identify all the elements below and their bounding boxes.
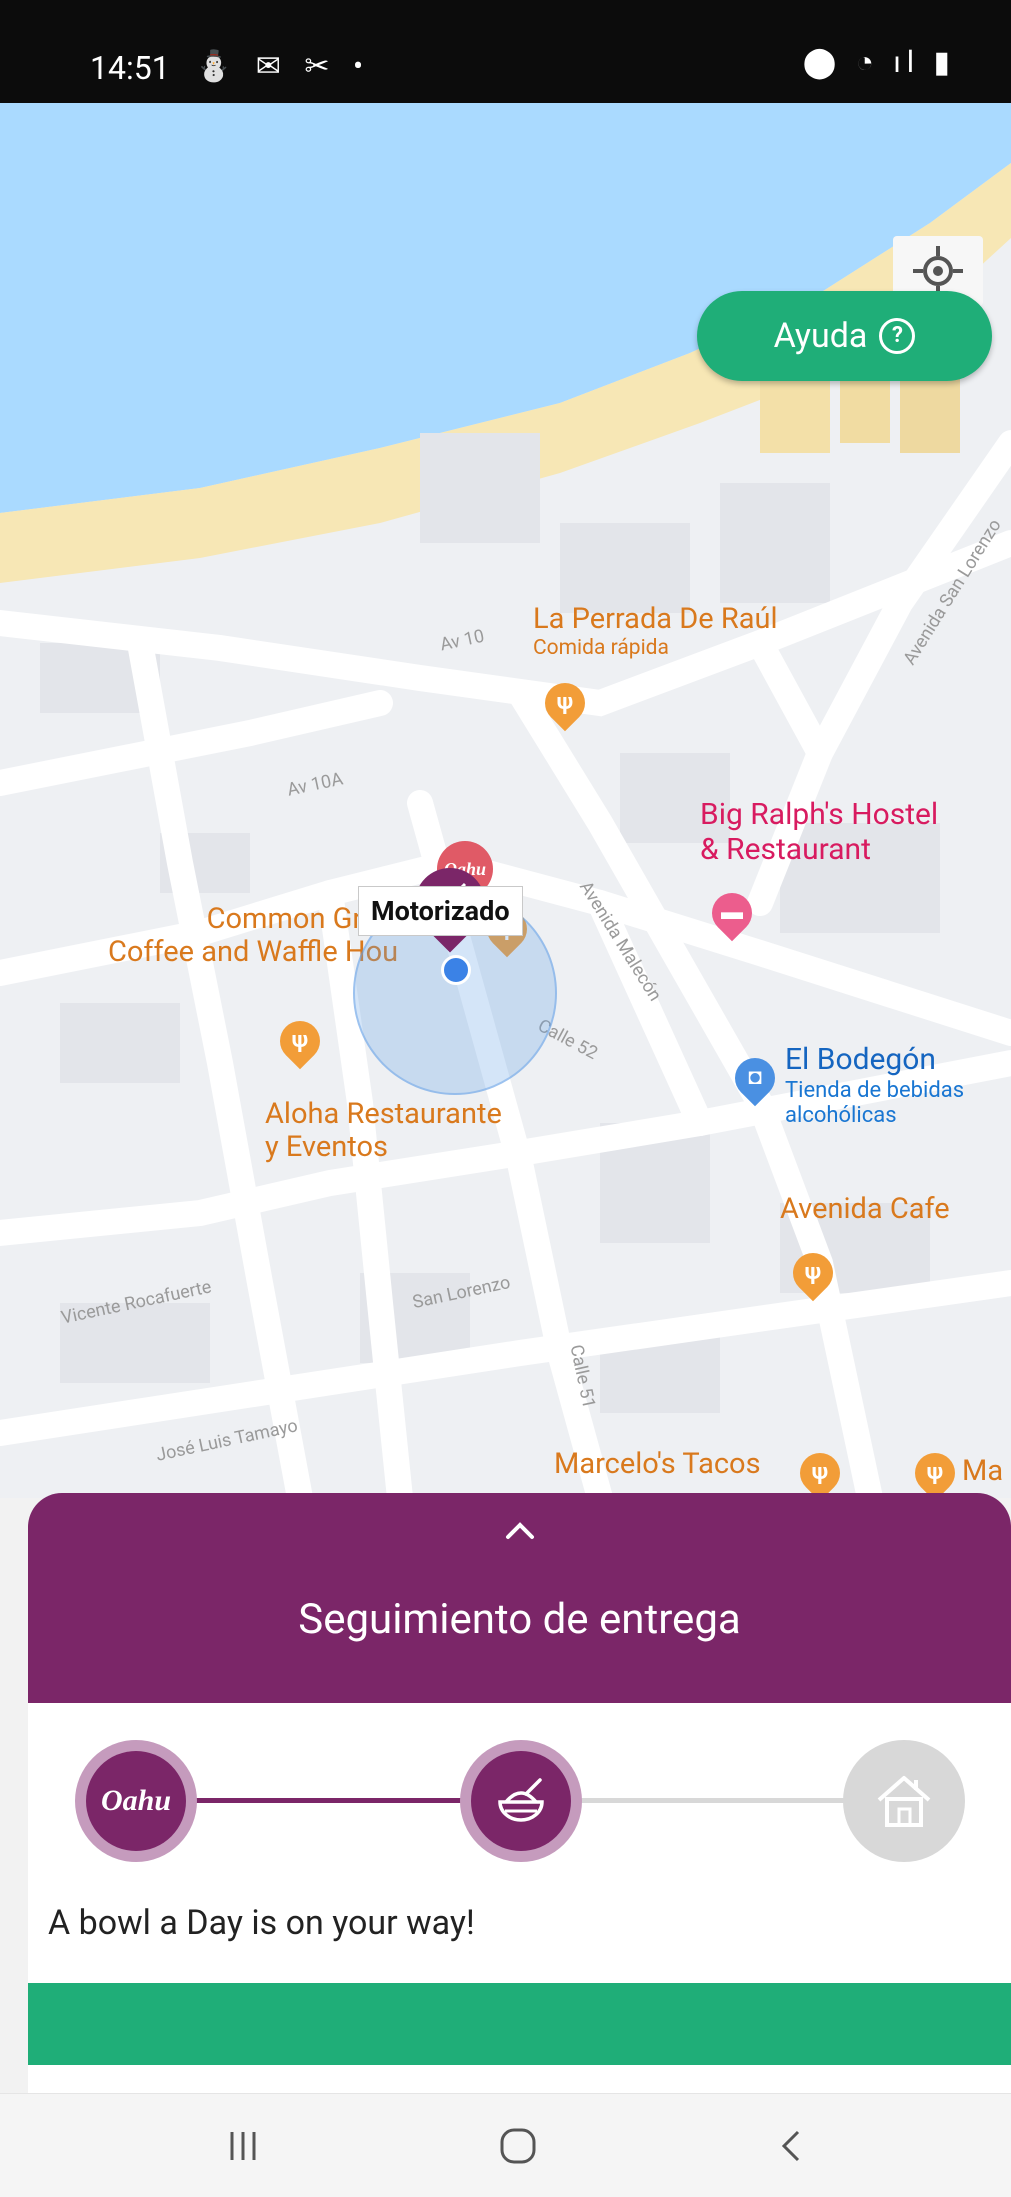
courier-tooltip: Motorizado bbox=[358, 886, 523, 936]
notification-icons: ⛄ ✉ ✂ • bbox=[195, 49, 372, 84]
shop-pin-icon[interactable]: ◘ bbox=[726, 1049, 784, 1107]
step-home bbox=[843, 1740, 965, 1862]
delivery-sheet-header[interactable]: Seguimiento de entrega bbox=[28, 1493, 1011, 1703]
poi-name: El Bodegón bbox=[785, 1042, 936, 1077]
poi-name-line2: Coffee and Waffle Hou bbox=[108, 935, 399, 970]
delivery-message: A bowl a Day is on your way! bbox=[48, 1903, 475, 1943]
poi-category: Comida rápida bbox=[533, 636, 669, 661]
poi-marcelos-tacos[interactable]: Marcelo's Tacos bbox=[554, 1447, 761, 1481]
poi-el-bodegon[interactable]: El Bodegón Tienda de bebidas alcohólicas bbox=[785, 1042, 965, 1128]
restaurant-pin-icon[interactable]: ψ bbox=[784, 1244, 842, 1302]
restaurant-pin-icon[interactable]: ψ bbox=[791, 1444, 849, 1498]
restaurant-pin-icon[interactable]: ψ bbox=[271, 1012, 329, 1070]
poi-category: Tienda de bebidas bbox=[785, 1077, 965, 1103]
sheet-title: Seguimiento de entrega bbox=[298, 1595, 741, 1644]
store-logo: Oahu bbox=[100, 1784, 172, 1817]
navigation-bar bbox=[0, 2093, 1011, 2197]
system-icons: ⬤ ◔ ıl ▮ bbox=[802, 45, 956, 80]
help-button[interactable]: Ayuda ? bbox=[697, 291, 992, 381]
bowl-icon bbox=[498, 1778, 544, 1822]
chevron-up-icon[interactable] bbox=[28, 1515, 1011, 1549]
back-icon[interactable] bbox=[762, 2120, 822, 2172]
poi-name: Common Grou bbox=[206, 902, 395, 936]
hotel-pin-icon[interactable]: ▬ bbox=[703, 884, 761, 942]
poi-big-ralphs[interactable]: Big Ralph's Hostel & Restaurant bbox=[700, 797, 939, 867]
poi-name-line2: & Restaurant bbox=[700, 831, 871, 867]
home-icon bbox=[877, 1776, 931, 1827]
delivery-action-bar[interactable] bbox=[28, 1983, 1011, 2065]
current-location-dot bbox=[441, 955, 471, 985]
recents-icon[interactable] bbox=[213, 2120, 273, 2172]
poi-la-perrada[interactable]: La Perrada De Raúl Comida rápida bbox=[533, 602, 778, 661]
poi-ma[interactable]: Ma bbox=[962, 1454, 1003, 1488]
poi-name: La Perrada De Raúl bbox=[533, 602, 778, 636]
map-view[interactable]: Ayuda ? Av 10 Av 10A Avenida Malecón Cal… bbox=[0, 103, 1011, 1498]
poi-category-line2: alcohólicas bbox=[785, 1102, 897, 1128]
home-button-icon[interactable] bbox=[488, 2120, 548, 2172]
step-courier bbox=[460, 1740, 582, 1862]
step-store: Oahu bbox=[75, 1740, 197, 1862]
restaurant-pin-icon[interactable]: ψ bbox=[906, 1444, 964, 1498]
poi-name-line2: y Eventos bbox=[265, 1130, 388, 1165]
poi-aloha[interactable]: Aloha Restaurante y Eventos bbox=[265, 1097, 502, 1165]
poi-name: Big Ralph's Hostel bbox=[700, 797, 939, 832]
poi-avenida-cafe[interactable]: Avenida Cafe bbox=[780, 1192, 950, 1226]
restaurant-pin-icon[interactable]: ψ bbox=[536, 674, 594, 732]
poi-name: Aloha Restaurante bbox=[265, 1097, 502, 1131]
help-label: Ayuda bbox=[773, 316, 868, 356]
question-circle-icon: ? bbox=[879, 318, 916, 354]
status-time: 14:51 bbox=[90, 49, 170, 87]
status-bar: 14:51 ⛄ ✉ ✂ • ⬤ ◔ ıl ▮ bbox=[0, 0, 1011, 103]
poi-common-ground[interactable]: Common Grou Coffee and Waffle Hou bbox=[108, 902, 399, 970]
